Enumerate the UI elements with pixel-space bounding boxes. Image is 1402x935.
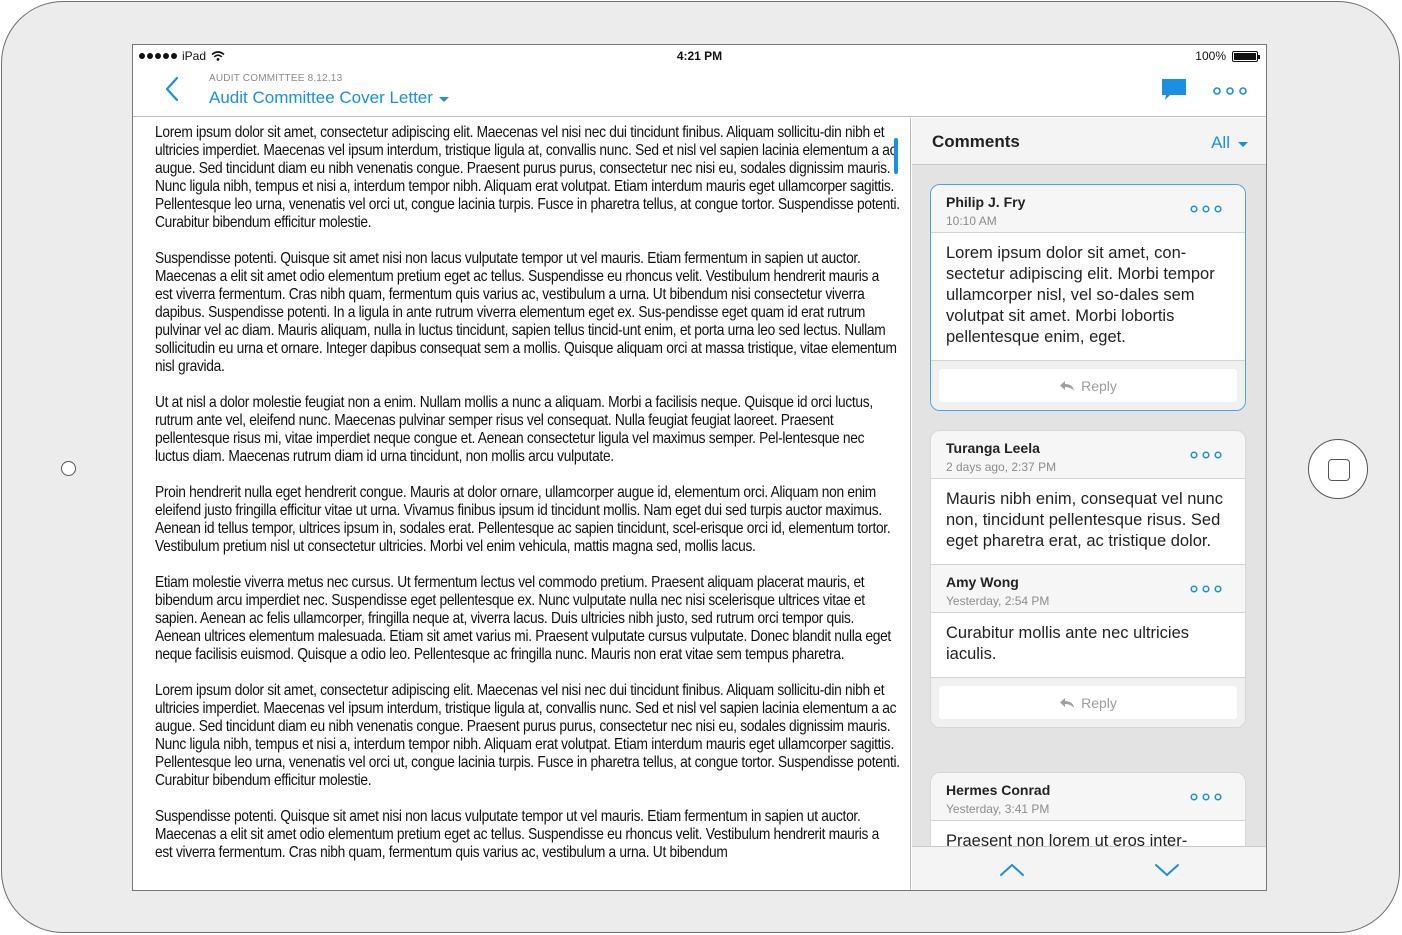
- comments-header: Comments All: [912, 118, 1266, 165]
- comment-header: Philip J. Fry 10:10 AM: [931, 185, 1245, 233]
- document-paragraph: Lorem ipsum dolor sit amet, consectetur …: [155, 682, 900, 789]
- comment-time: 10:10 AM: [946, 214, 997, 228]
- document-title: Audit Committee Cover Letter: [209, 88, 433, 107]
- comment-time: Yesterday, 2:54 PM: [946, 594, 1050, 608]
- document-paragraph: Lorem ipsum dolor sit amet, consectetur …: [155, 124, 900, 231]
- battery-percent: 100%: [1195, 49, 1226, 63]
- comments-pane: Comments All Philip J. Fry 10:10 AM Lore…: [912, 118, 1266, 890]
- comment-body: Curabitur mollis ante nec ultricies iacu…: [931, 613, 1245, 678]
- comment-author: Amy Wong: [946, 574, 1019, 590]
- comment-author: Philip J. Fry: [946, 194, 1026, 210]
- comments-footer: [912, 846, 1266, 890]
- document-paragraph: Suspendisse potenti. Quisque sit amet ni…: [155, 808, 879, 861]
- more-icon[interactable]: [1189, 450, 1223, 460]
- status-bar: iPad 4:21 PM 100%: [133, 45, 1266, 67]
- comment-header: Turanga Leela 2 days ago, 2:37 PM: [931, 431, 1245, 479]
- camera-icon: [61, 461, 76, 476]
- reply-label: Reply: [1081, 377, 1117, 394]
- comment-bubble-icon[interactable]: [1160, 77, 1188, 103]
- comment-author: Turanga Leela: [946, 440, 1040, 456]
- comment-header: Hermes Conrad Yesterday, 3:41 PM: [931, 773, 1245, 821]
- comment-body: Mauris nibh enim, consequat vel nunc non…: [931, 479, 1245, 565]
- comment-header: Amy Wong Yesterday, 2:54 PM: [931, 565, 1245, 613]
- home-button[interactable]: [1308, 439, 1368, 499]
- chevron-up-icon[interactable]: [998, 860, 1026, 880]
- battery-icon: [1232, 50, 1260, 62]
- more-icon[interactable]: [1212, 86, 1248, 96]
- document-paragraph: Proin hendrerit nulla eget hendrerit con…: [155, 484, 891, 555]
- more-icon[interactable]: [1189, 792, 1223, 802]
- reply-area: Reply: [931, 678, 1245, 727]
- document-body: Lorem ipsum dolor sit amet, consectetur …: [155, 124, 900, 880]
- status-right: 100%: [1195, 49, 1260, 63]
- reply-area: Reply: [931, 361, 1245, 410]
- reply-label: Reply: [1081, 694, 1117, 711]
- reply-button[interactable]: Reply: [939, 369, 1237, 402]
- screen: iPad 4:21 PM 100% AUDIT COMMITTEE 8.12.1…: [132, 44, 1267, 891]
- comments-title: Comments: [932, 132, 1020, 151]
- reply-arrow-icon: [1060, 380, 1075, 391]
- document-scrollbar[interactable]: [894, 138, 898, 174]
- document-paragraph: Suspendisse potenti. Quisque sit amet ni…: [155, 250, 897, 375]
- more-icon[interactable]: [1189, 584, 1223, 594]
- more-icon[interactable]: [1189, 204, 1223, 214]
- comment-thread[interactable]: Philip J. Fry 10:10 AM Lorem ipsum dolor…: [930, 184, 1246, 411]
- battery-fill: [1234, 52, 1256, 60]
- status-time: 4:21 PM: [676, 49, 723, 63]
- filter-label: All: [1211, 133, 1230, 152]
- document-title-dropdown[interactable]: Audit Committee Cover Letter: [209, 88, 449, 108]
- nav-bar: AUDIT COMMITTEE 8.12.13 Audit Committee …: [133, 67, 1266, 117]
- document-view[interactable]: Lorem ipsum dolor sit amet, consectetur …: [133, 118, 911, 890]
- reply-button[interactable]: Reply: [939, 686, 1237, 719]
- comment-time: Yesterday, 3:41 PM: [946, 802, 1050, 816]
- comment-thread[interactable]: Turanga Leela 2 days ago, 2:37 PM Mauris…: [930, 430, 1246, 728]
- document-paragraph: Etiam molestie viverra metus nec cursus.…: [155, 574, 891, 663]
- document-paragraph: Ut at nisl a dolor molestie feugiat non …: [155, 394, 873, 465]
- comment-author: Hermes Conrad: [946, 782, 1051, 798]
- document-folder-label: AUDIT COMMITTEE 8.12.13: [209, 73, 343, 84]
- caret-down-icon: [438, 97, 449, 102]
- caret-down-icon: [1238, 142, 1248, 147]
- back-chevron-icon[interactable]: [163, 75, 183, 103]
- comment-body: Lorem ipsum dolor sit amet, con-sectetur…: [931, 233, 1245, 361]
- comment-time: 2 days ago, 2:37 PM: [946, 460, 1057, 474]
- chevron-down-icon[interactable]: [1153, 860, 1181, 880]
- reply-arrow-icon: [1060, 697, 1075, 708]
- comments-filter-dropdown[interactable]: All: [1211, 133, 1248, 153]
